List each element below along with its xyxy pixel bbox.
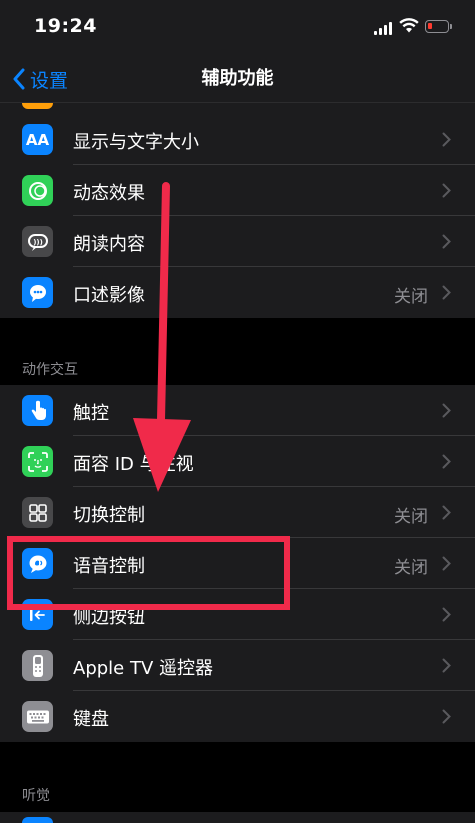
face-id-icon xyxy=(22,446,53,477)
annotation-highlight-box xyxy=(7,536,290,610)
chevron-right-icon xyxy=(442,403,451,418)
vision-group: AA 显示与文字大小 动态效果 ))) 朗读内容 口述影像 关闭 xyxy=(0,114,475,318)
status-time: 19:24 xyxy=(34,15,97,37)
list-item-touch[interactable]: 触控 xyxy=(0,385,475,436)
list-item-label: 口述影像 xyxy=(73,285,145,306)
list-item-switch-control[interactable]: 切换控制 关闭 xyxy=(0,487,475,538)
cellular-signal-icon xyxy=(374,21,394,35)
list-item-label: 切换控制 xyxy=(73,505,145,526)
touch-icon xyxy=(22,395,53,426)
hearing-group xyxy=(0,812,475,823)
chevron-right-icon xyxy=(442,132,451,147)
list-item-label: 朗读内容 xyxy=(73,234,145,255)
section-header-interaction: 动作交互 xyxy=(22,362,78,378)
battery-level xyxy=(428,23,432,29)
list-item-face-id-attention[interactable]: 面容 ID 与注视 xyxy=(0,436,475,487)
list-item-display-text-size[interactable]: AA 显示与文字大小 xyxy=(0,114,475,165)
list-item-value: 关闭 xyxy=(394,558,428,578)
chevron-right-icon xyxy=(442,183,451,198)
list-item-spoken-content[interactable]: ))) 朗读内容 xyxy=(0,216,475,267)
partial-row-icon xyxy=(22,817,53,823)
list-item-motion[interactable]: 动态效果 xyxy=(0,165,475,216)
chevron-right-icon xyxy=(442,709,451,724)
battery-icon xyxy=(425,20,452,33)
list-item-audio-descriptions[interactable]: 口述影像 关闭 xyxy=(0,267,475,318)
page-title: 辅助功能 xyxy=(201,68,274,89)
spoken-content-icon: ))) xyxy=(22,226,53,257)
chevron-right-icon xyxy=(442,556,451,571)
scrolled-row-fragment xyxy=(0,103,475,114)
list-item-apple-tv-remote[interactable]: Apple TV 遥控器 xyxy=(0,640,475,691)
status-bar: 19:24 xyxy=(0,0,475,56)
list-item-label: 键盘 xyxy=(73,709,109,730)
chevron-right-icon xyxy=(442,607,451,622)
list-item-label: Apple TV 遥控器 xyxy=(73,658,213,679)
apple-tv-remote-icon xyxy=(22,650,53,681)
section-header-hearing: 听觉 xyxy=(22,788,50,804)
navigation-bar: 设置 辅助功能 xyxy=(0,56,475,103)
list-item-value: 关闭 xyxy=(394,287,428,307)
list-item-label: 面容 ID 与注视 xyxy=(73,454,194,475)
list-item-label: 显示与文字大小 xyxy=(73,132,199,153)
wifi-icon xyxy=(399,18,419,33)
switch-control-icon xyxy=(22,497,53,528)
chevron-right-icon xyxy=(442,234,451,249)
partial-row-icon xyxy=(22,103,53,109)
chevron-right-icon xyxy=(442,505,451,520)
audio-description-icon xyxy=(22,277,53,308)
list-item-value: 关闭 xyxy=(394,507,428,527)
svg-text:))): ))) xyxy=(33,238,43,246)
motion-icon xyxy=(22,175,53,206)
settings-screen: 19:24 设置 辅助功能 AA 显示与文字大小 动态效果))) 朗读内容 口… xyxy=(0,0,475,823)
list-item-label: 动态效果 xyxy=(73,183,145,204)
list-item-label: 触控 xyxy=(73,403,109,424)
chevron-right-icon xyxy=(442,658,451,673)
chevron-right-icon xyxy=(442,285,451,300)
list-item-keyboard[interactable]: 键盘 xyxy=(0,691,475,742)
chevron-right-icon xyxy=(442,454,451,469)
keyboard-icon xyxy=(22,701,53,732)
text-size-icon: AA xyxy=(22,124,53,155)
